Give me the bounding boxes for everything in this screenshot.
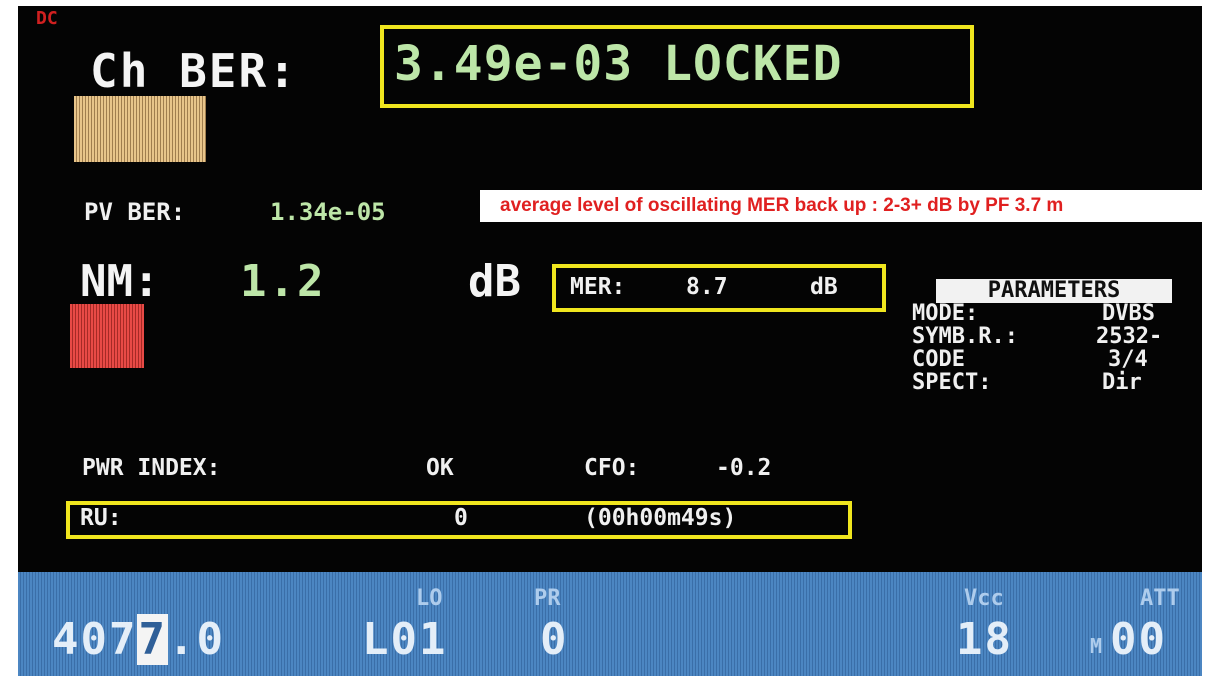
frequency-suffix: .0 [167, 614, 225, 665]
att-value[interactable]: 00 [1110, 614, 1167, 665]
vcc-label: Vcc [964, 586, 1004, 611]
parameters-title: PARAMETERS [936, 279, 1172, 303]
pr-label: PR [534, 586, 561, 611]
analyzer-screen: DC Ch BER: 3.49e-03 LOCKED PV BER: 1.34e… [18, 6, 1202, 676]
param-mode-key: MODE: [912, 301, 979, 326]
param-code-value: 3/4 [1108, 347, 1148, 372]
lo-value[interactable]: L01 [362, 614, 447, 665]
nm-value: 1.2 [240, 256, 326, 307]
nm-label: NM: [80, 256, 160, 307]
param-code-key: CODE [912, 347, 965, 372]
frequency-prefix: 407 [52, 614, 138, 665]
pwr-index-label: PWR INDEX: [82, 455, 221, 481]
att-label: ATT [1140, 586, 1180, 611]
frequency-readout[interactable]: 4077.0 [52, 614, 225, 665]
mode-tag: DC [36, 8, 58, 29]
annotation-note: average level of oscillating MER back up… [480, 190, 1202, 222]
vcc-value[interactable]: 18 [956, 614, 1013, 665]
pv-ber-label: PV BER: [84, 198, 186, 226]
ru-value: 0 [454, 505, 468, 531]
ch-ber-label: Ch BER: [90, 44, 298, 98]
nm-level-bar [70, 304, 144, 368]
param-spect-value: Dir [1102, 370, 1142, 395]
lo-label: LO [416, 586, 443, 611]
pwr-index-value: OK [426, 455, 454, 481]
mer-unit: dB [810, 274, 838, 300]
param-symbol-rate-key: SYMB.R.: [912, 324, 1018, 349]
status-bar: 4077.0 LO L01 PR 0 Vcc 18 ATT M 00 [18, 572, 1202, 676]
ch-ber-value: 3.49e-03 LOCKED [394, 36, 843, 92]
param-symbol-rate-value: 2532- [1096, 324, 1163, 349]
ru-elapsed-time: (00h00m49s) [584, 505, 737, 531]
cfo-value: -0.2 [716, 455, 772, 481]
ru-label: RU: [80, 505, 122, 531]
param-mode-value: DVBS [1102, 301, 1155, 326]
frequency-cursor-digit[interactable]: 7 [137, 614, 168, 665]
mer-label: MER: [570, 274, 626, 300]
param-spect-key: SPECT: [912, 370, 992, 395]
att-mode: M [1090, 634, 1103, 658]
ch-ber-level-bar [74, 96, 206, 162]
cfo-label: CFO: [584, 455, 640, 481]
mer-value: 8.7 [686, 274, 728, 300]
nm-unit: dB [468, 256, 521, 307]
pr-value[interactable]: 0 [540, 614, 569, 665]
pv-ber-value: 1.34e-05 [270, 198, 386, 226]
